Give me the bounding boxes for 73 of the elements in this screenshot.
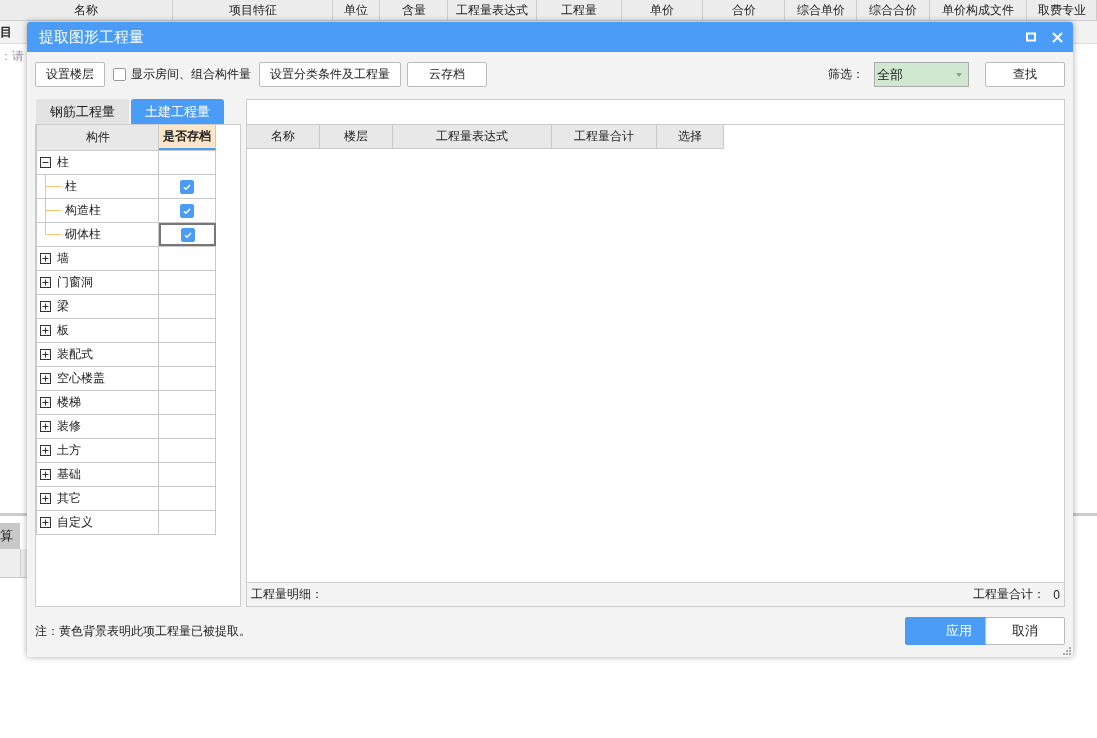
column-header: 是否存档 (159, 125, 216, 150)
column-header[interactable]: 单位 (333, 0, 380, 20)
checkbox-label: 显示房间、组合构件量 (131, 66, 251, 83)
tree-item[interactable]: 构造柱 (65, 202, 101, 219)
expand-icon[interactable] (40, 397, 51, 408)
cloud-save-button[interactable]: 云存档 (407, 62, 487, 87)
expand-icon[interactable] (40, 253, 51, 264)
tree-item[interactable]: 梁 (57, 298, 69, 315)
close-icon[interactable] (1052, 31, 1063, 43)
total-label: 工程量合计： (973, 586, 1046, 603)
tree-item[interactable]: 自定义 (57, 514, 93, 531)
tree-item[interactable]: 柱 (65, 178, 77, 195)
expand-icon[interactable] (40, 373, 51, 384)
expand-icon[interactable] (40, 301, 51, 312)
column-header[interactable]: 项目特征 (173, 0, 333, 20)
checkbox[interactable] (180, 179, 194, 194)
column-header: 名称 (247, 125, 320, 148)
expand-icon[interactable] (40, 349, 51, 360)
cancel-button[interactable]: 取消 (985, 617, 1065, 645)
tree-item[interactable]: 墙 (57, 250, 69, 267)
tab[interactable]: 钢筋工程量 (36, 99, 129, 124)
tree-item[interactable]: 门窗洞 (57, 274, 93, 291)
column-header[interactable]: 含量 (380, 0, 448, 20)
resize-grip-icon[interactable] (1063, 647, 1071, 655)
tree-item[interactable]: 装修 (57, 418, 81, 435)
column-header: 选择 (657, 125, 724, 148)
column-header: 楼层 (320, 125, 393, 148)
column-header[interactable]: 单价构成文件 (930, 0, 1027, 20)
tree-item[interactable]: 空心楼盖 (57, 370, 105, 387)
table-cell[interactable] (159, 223, 216, 246)
column-header: 工程量表达式 (393, 125, 552, 148)
filter-label: 筛选： (828, 66, 864, 83)
panel-tab[interactable]: 算 (0, 523, 20, 549)
classify-button[interactable]: 设置分类条件及工程量 (259, 62, 401, 87)
filter-dropdown[interactable]: 全部 (874, 62, 969, 87)
find-button[interactable]: 查找 (985, 62, 1065, 87)
maximize-icon[interactable] (1026, 32, 1036, 42)
row-label: 目 (0, 25, 12, 39)
note-text: 注：黄色背景表明此项工程量已被提取。 (35, 622, 251, 640)
expand-icon[interactable] (40, 421, 51, 432)
tree-item[interactable]: 板 (57, 322, 69, 339)
tree-item[interactable]: 装配式 (57, 346, 93, 363)
column-header[interactable]: 综合合价 (857, 0, 930, 20)
tree-item[interactable]: 砌体柱 (65, 226, 101, 243)
checkbox[interactable] (180, 227, 195, 242)
column-header[interactable]: 单价 (622, 0, 703, 20)
tree-connector-line (45, 174, 61, 198)
column-header[interactable]: 合价 (703, 0, 785, 20)
column-header[interactable]: 工程量 (537, 0, 622, 20)
tree-item[interactable]: 基础 (57, 466, 81, 483)
collapse-icon[interactable] (40, 157, 51, 168)
expand-icon[interactable] (40, 277, 51, 288)
expand-icon[interactable] (40, 325, 51, 336)
expand-icon[interactable] (40, 517, 51, 528)
set-floors-button[interactable]: 设置楼层 (35, 62, 105, 87)
tree-item[interactable]: 其它 (57, 490, 81, 507)
tree-item[interactable]: 柱 (57, 154, 69, 171)
column-header[interactable]: 取费专业 (1027, 0, 1097, 20)
hint-text: ：请 (0, 49, 24, 63)
column-header: 工程量合计 (552, 125, 657, 148)
checkbox[interactable] (180, 203, 194, 218)
expand-icon[interactable] (40, 469, 51, 480)
column-header[interactable]: 综合单价 (785, 0, 857, 20)
expand-icon[interactable] (40, 445, 51, 456)
column-header[interactable]: 工程量表达式 (448, 0, 537, 20)
expand-icon[interactable] (40, 493, 51, 504)
window-title: 提取图形工程量 (39, 27, 145, 47)
detail-label: 工程量明细： (251, 586, 323, 603)
tree-item[interactable]: 楼梯 (57, 394, 81, 411)
checkbox[interactable] (113, 68, 126, 81)
column-header[interactable]: 名称 (0, 0, 173, 20)
total-value: 0 (1053, 587, 1060, 602)
tree-item[interactable]: 土方 (57, 442, 81, 459)
